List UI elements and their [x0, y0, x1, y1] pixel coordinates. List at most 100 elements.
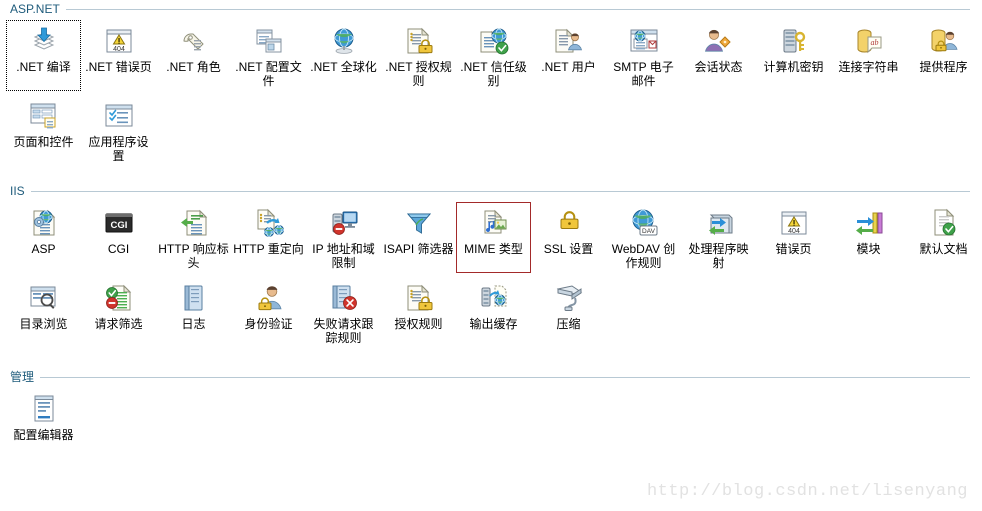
feature-tile-label: 默认文档 — [919, 242, 968, 256]
iis-feature-view: ASP.NET .NET 编译 404 .NET 错误页 .NET 角色 .NET 配置… — [0, 0, 982, 511]
feature-tile-label: 处理程序映射 — [688, 242, 749, 270]
feature-tile-label: .NET 用户 — [541, 60, 596, 74]
feature-tile[interactable]: ASP — [6, 202, 81, 273]
feature-tile-label: 输出缓存 — [469, 317, 518, 331]
compression-icon — [553, 282, 585, 314]
section-divider — [30, 190, 970, 192]
feature-tile-label: 目录浏览 — [19, 317, 68, 331]
net-users-icon — [553, 25, 585, 57]
default-document-icon — [928, 207, 960, 239]
feature-tile-label: 压缩 — [556, 317, 581, 331]
feature-tile-label: ISAPI 筛选器 — [383, 242, 454, 256]
feature-tile-label: .NET 信任级别 — [460, 60, 527, 88]
handler-mappings-icon — [703, 207, 735, 239]
logging-icon — [178, 282, 210, 314]
connection-strings-icon: ab — [853, 25, 885, 57]
feature-tile-label: WebDAV 创作规则 — [611, 242, 676, 270]
feature-tile[interactable]: CGI CGI — [81, 202, 156, 273]
feature-tile[interactable]: 默认文档 — [906, 202, 981, 273]
http-redirect-icon — [253, 207, 285, 239]
configuration-editor-icon — [28, 393, 60, 425]
feature-tile[interactable]: ab 连接字符串 — [831, 20, 906, 91]
feature-tile[interactable]: 应用程序设置 — [81, 95, 156, 166]
feature-tile-label: 请求筛选 — [94, 317, 143, 331]
feature-tile-label: .NET 编译 — [16, 60, 71, 74]
feature-tile[interactable]: 处理程序映射 — [681, 202, 756, 273]
feature-tile[interactable]: .NET 角色 — [156, 20, 231, 91]
svg-text:ab: ab — [870, 38, 878, 47]
section-title: IIS — [10, 184, 25, 198]
feature-tile[interactable]: 会话状态 — [681, 20, 756, 91]
svg-text:404: 404 — [113, 46, 125, 53]
http-response-headers-icon — [178, 207, 210, 239]
feature-tile-label: 连接字符串 — [838, 60, 899, 74]
feature-tile[interactable]: 页面和控件 — [6, 95, 81, 166]
feature-tile[interactable]: 输出缓存 — [456, 277, 531, 348]
feature-tile-label: .NET 授权规则 — [385, 60, 452, 88]
feature-tile[interactable]: .NET 全球化 — [306, 20, 381, 91]
feature-tile[interactable]: ISAPI 筛选器 — [381, 202, 456, 273]
feature-tile-label: .NET 全球化 — [310, 60, 377, 74]
feature-tile-label: 模块 — [856, 242, 881, 256]
feature-tile[interactable]: .NET 用户 — [531, 20, 606, 91]
feature-tile[interactable]: IP 地址和域限制 — [306, 202, 381, 273]
feature-tile-label: HTTP 重定向 — [233, 242, 304, 256]
cgi-icon: CGI — [103, 207, 135, 239]
svg-text:DAV: DAV — [642, 228, 656, 235]
ip-domain-restrictions-icon — [328, 207, 360, 239]
feature-tile[interactable]: 日志 — [156, 277, 231, 348]
feature-tile-label: 配置编辑器 — [13, 428, 74, 442]
feature-tile[interactable]: 模块 — [831, 202, 906, 273]
watermark: http://blog.csdn.net/lisenyang — [646, 482, 968, 501]
feature-tile-label: HTTP 响应标头 — [158, 242, 229, 270]
feature-grid-management: 配置编辑器 — [0, 388, 982, 454]
feature-tile[interactable]: MIME 类型 — [456, 202, 531, 273]
feature-tile-label: SMTP 电子邮件 — [613, 60, 674, 88]
feature-tile[interactable]: SSL 设置 — [531, 202, 606, 273]
net-authorization-icon — [403, 25, 435, 57]
feature-tile[interactable]: 目录浏览 — [6, 277, 81, 348]
section-aspnet: ASP.NET .NET 编译 404 .NET 错误页 .NET 角色 .NET 配置… — [0, 0, 982, 170]
feature-tile-label: .NET 错误页 — [85, 60, 152, 74]
feature-tile[interactable]: .NET 信任级别 — [456, 20, 531, 91]
net-error-pages-icon: 404 — [103, 25, 135, 57]
mime-types-icon — [478, 207, 510, 239]
feature-tile-label: 提供程序 — [919, 60, 968, 74]
feature-tile[interactable]: 配置编辑器 — [6, 388, 81, 450]
feature-tile-label: 计算机密钥 — [763, 60, 824, 74]
feature-tile[interactable]: 404 错误页 — [756, 202, 831, 273]
feature-tile[interactable]: HTTP 重定向 — [231, 202, 306, 273]
section-divider — [40, 376, 970, 378]
feature-tile[interactable]: 请求筛选 — [81, 277, 156, 348]
providers-icon — [928, 25, 960, 57]
svg-text:404: 404 — [788, 228, 800, 235]
feature-tile[interactable]: DAV WebDAV 创作规则 — [606, 202, 681, 273]
feature-tile[interactable]: HTTP 响应标头 — [156, 202, 231, 273]
feature-tile[interactable]: 提供程序 — [906, 20, 981, 91]
feature-tile[interactable]: 压缩 — [531, 277, 606, 348]
feature-tile[interactable]: SMTP 电子邮件 — [606, 20, 681, 91]
request-filtering-icon — [103, 282, 135, 314]
feature-tile-label: .NET 配置文件 — [235, 60, 302, 88]
section-header-iis: IIS — [0, 182, 982, 200]
net-profile-icon — [253, 25, 285, 57]
error-pages-icon: 404 — [778, 207, 810, 239]
feature-tile[interactable]: 失败请求跟踪规则 — [306, 277, 381, 348]
feature-tile-label: 授权规则 — [394, 317, 443, 331]
feature-tile[interactable]: .NET 编译 — [6, 20, 81, 91]
feature-tile-label: 失败请求跟踪规则 — [313, 317, 374, 345]
net-roles-icon — [178, 25, 210, 57]
feature-tile[interactable]: .NET 授权规则 — [381, 20, 456, 91]
section-iis: IIS ASP CGI CGI HTTP 响应标头 HTTP 重定向 IP 地址和域限制 I… — [0, 182, 982, 352]
feature-tile[interactable]: 404 .NET 错误页 — [81, 20, 156, 91]
feature-tile[interactable]: 身份验证 — [231, 277, 306, 348]
net-compilation-icon — [28, 25, 60, 57]
feature-tile[interactable]: .NET 配置文件 — [231, 20, 306, 91]
feature-grid-iis: ASP CGI CGI HTTP 响应标头 HTTP 重定向 IP 地址和域限制 ISAPI… — [0, 202, 982, 352]
feature-tile[interactable]: 计算机密钥 — [756, 20, 831, 91]
feature-tile-label: 页面和控件 — [13, 135, 74, 149]
feature-tile[interactable]: 授权规则 — [381, 277, 456, 348]
section-header-aspnet: ASP.NET — [0, 0, 982, 18]
machine-key-icon — [778, 25, 810, 57]
